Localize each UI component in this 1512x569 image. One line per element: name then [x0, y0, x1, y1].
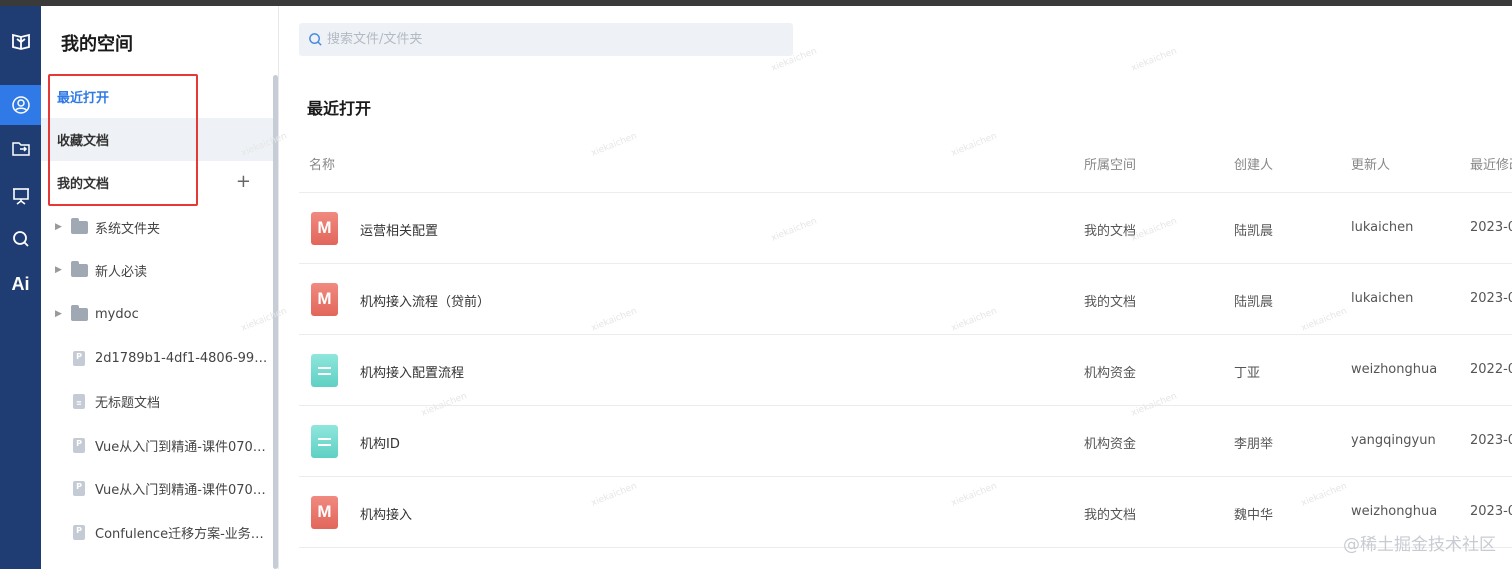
tree-item[interactable]: ▶ 系统文件夹: [41, 205, 273, 249]
markdown-file-icon: M: [311, 283, 338, 316]
table-row[interactable]: M 运营相关配置 我的文档 陆凯晨 lukaichen 2023-0: [299, 192, 1512, 263]
tree-item-label: 无标题文档: [95, 395, 161, 411]
tree-item[interactable]: P Vue从入门到精通-课件0708....: [41, 423, 273, 467]
tree-item[interactable]: ▶ 新人必读: [41, 248, 273, 292]
tree-item[interactable]: ≡ 无标题文档: [41, 379, 273, 423]
folder-share-icon[interactable]: [0, 129, 41, 169]
expand-arrow-icon[interactable]: ▶: [55, 309, 62, 319]
page-title: 最近打开: [307, 99, 372, 118]
tree-item-label: 系统文件夹: [95, 221, 161, 237]
watermark: xiekaichen: [589, 131, 639, 159]
file-updater: lukaichen: [1351, 220, 1414, 235]
file-modified: 2023-0: [1470, 220, 1512, 235]
tree-item-label: mydoc: [95, 306, 139, 322]
tree-item-label: Vue从入门到精通-课件0708....: [95, 439, 271, 455]
page-doc-icon: P: [73, 480, 85, 496]
book-icon[interactable]: [0, 21, 41, 61]
presentation-icon[interactable]: [0, 176, 41, 216]
column-header-name[interactable]: 名称: [309, 154, 335, 173]
file-creator: 魏中华: [1234, 508, 1274, 523]
search-box[interactable]: [299, 23, 793, 56]
file-space: 机构资金: [1084, 366, 1137, 381]
tree-item-label: Confulence迁移方案-业务中...: [95, 526, 271, 542]
doc-file-icon: [311, 425, 338, 458]
page-doc-icon: P: [73, 437, 85, 453]
file-updater: lukaichen: [1351, 291, 1414, 306]
file-modified: 2022-0: [1470, 362, 1512, 377]
markdown-file-icon: M: [311, 496, 338, 529]
site-watermark: @稀土掘金技术社区: [1343, 535, 1496, 555]
table-row[interactable]: [299, 547, 1512, 569]
search-icon: [309, 33, 322, 46]
watermark: xiekaichen: [1129, 46, 1179, 74]
file-space: 机构资金: [1084, 437, 1137, 452]
watermark: xiekaichen: [949, 131, 999, 159]
file-modified: 2023-0: [1470, 504, 1512, 519]
column-header-modified[interactable]: 最近修改: [1470, 154, 1512, 173]
tree-item[interactable]: P 2d1789b1-4df1-4806-9964-b...: [41, 336, 273, 380]
file-name[interactable]: 机构ID: [360, 433, 400, 452]
table-row[interactable]: 机构接入配置流程 机构资金 丁亚 weizhonghua 2022-0: [299, 334, 1512, 405]
file-updater: weizhonghua: [1351, 504, 1438, 519]
file-space: 我的文档: [1084, 508, 1137, 523]
user-icon[interactable]: [0, 85, 41, 125]
column-header-space[interactable]: 所属空间: [1084, 154, 1136, 173]
page-doc-icon: P: [73, 524, 85, 540]
file-name[interactable]: 机构接入流程（贷前）: [360, 291, 490, 310]
expand-arrow-icon[interactable]: ▶: [55, 265, 62, 275]
file-updater: weizhonghua: [1351, 362, 1438, 377]
highlight-box: [48, 74, 198, 206]
file-updater: yangqingyun: [1351, 433, 1436, 448]
column-header-updater[interactable]: 更新人: [1351, 154, 1390, 173]
search-input[interactable]: [327, 23, 787, 56]
tree-item[interactable]: P Confulence迁移方案-业务中...: [41, 510, 273, 554]
file-space: 我的文档: [1084, 295, 1137, 310]
file-creator: 李朋举: [1234, 437, 1274, 452]
page-doc-icon: P: [73, 350, 85, 366]
doc-icon: ≡: [73, 393, 85, 409]
markdown-file-icon: M: [311, 212, 338, 245]
sidebar-title: 我的空间: [61, 34, 133, 55]
tree-item[interactable]: P Vue从入门到精通-课件0708....: [41, 466, 273, 510]
icon-rail: Ai: [0, 6, 41, 569]
file-modified: 2023-0: [1470, 433, 1512, 448]
doc-file-icon: [311, 354, 338, 387]
file-name[interactable]: 机构接入配置流程: [360, 362, 464, 381]
tree-item[interactable]: ▶ mydoc: [41, 292, 273, 336]
search-icon[interactable]: [0, 219, 41, 259]
add-doc-icon[interactable]: +: [236, 171, 251, 192]
table-row[interactable]: M 机构接入流程（贷前） 我的文档 陆凯晨 lukaichen 2023-0: [299, 263, 1512, 334]
folder-icon: [71, 217, 88, 234]
file-creator: 陆凯晨: [1234, 224, 1274, 239]
ai-label: Ai: [11, 273, 30, 294]
file-space: 我的文档: [1084, 224, 1137, 239]
expand-arrow-icon[interactable]: ▶: [55, 222, 62, 232]
tree-item-label: Vue从入门到精通-课件0708....: [95, 482, 271, 498]
sidebar-scrollbar[interactable]: [273, 75, 278, 569]
file-modified: 2023-0: [1470, 291, 1512, 306]
tree-item-label: 2d1789b1-4df1-4806-9964-b...: [95, 350, 271, 366]
file-creator: 陆凯晨: [1234, 295, 1274, 310]
file-name[interactable]: 机构接入: [360, 504, 412, 523]
folder-icon: [71, 260, 88, 277]
table-row[interactable]: 机构ID 机构资金 李朋举 yangqingyun 2023-0: [299, 405, 1512, 476]
folder-icon: [71, 304, 88, 321]
ai-button[interactable]: Ai: [0, 264, 41, 304]
file-creator: 丁亚: [1234, 366, 1261, 381]
column-header-creator[interactable]: 创建人: [1234, 154, 1273, 173]
file-name[interactable]: 运营相关配置: [360, 220, 438, 239]
tree-item-label: 新人必读: [95, 264, 148, 280]
